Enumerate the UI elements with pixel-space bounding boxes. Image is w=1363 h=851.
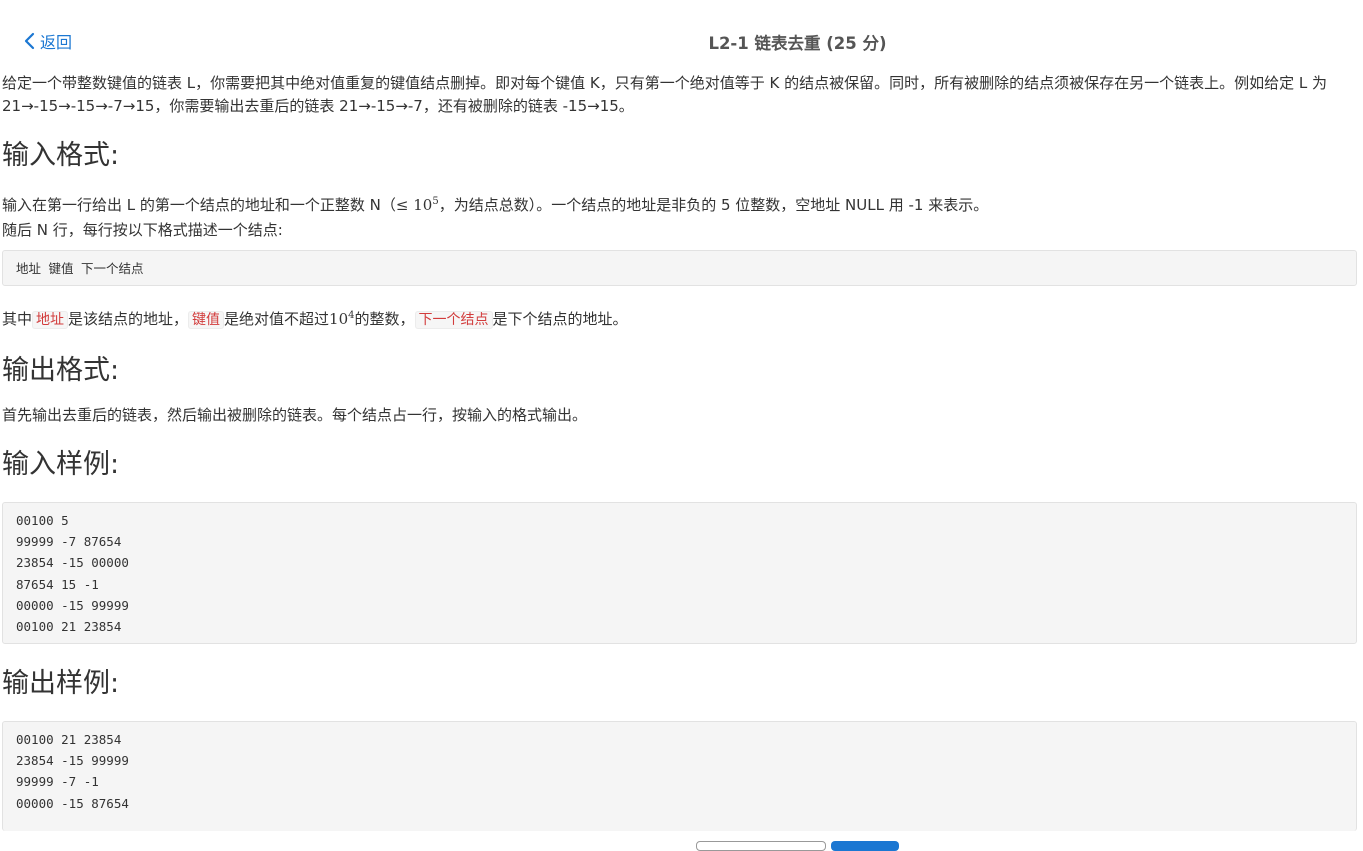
inline-code-address: 地址	[32, 311, 69, 329]
primary-action-button[interactable]	[831, 841, 899, 851]
sample-input-line: 00000 -15 99999	[16, 597, 129, 613]
format-code-block: 地址 键值 下一个结点	[2, 250, 1357, 286]
inline-code-next: 下一个结点	[414, 311, 493, 329]
page-title: L2-1 链表去重 (25 分)	[708, 34, 887, 53]
sample-output-line: 23854 -15 99999	[16, 753, 129, 769]
sample-output-block[interactable]: 00100 21 23854 23854 -15 99999 99999 -7 …	[2, 721, 1357, 831]
sample-input-line: 87654 15 -1	[16, 576, 99, 592]
input-format-heading: 输入格式:	[2, 140, 120, 171]
sample-output-line: 00100 21 23854	[16, 732, 122, 747]
input-format-line2: 随后 N 行，每行按以下格式描述一个结点:	[2, 221, 283, 239]
sample-output-line: 00000 -15 87654	[16, 795, 129, 811]
field-explanation: 其中 地址 是该结点的地址， 键值 是绝对值不超过104的整数， 下一个结点 是下个结点的地…	[2, 310, 628, 329]
inline-code-key: 键值	[188, 311, 225, 329]
sample-input-line: 00100 21 23854	[16, 618, 122, 634]
secondary-action-button[interactable]	[696, 841, 826, 851]
problem-content: 给定一个带整数键值的链表 L，你需要把其中绝对值重复的键值结点删掉。即对每个键值…	[2, 72, 1357, 831]
sample-output-line: 99999 -7 -1	[16, 774, 99, 790]
format-code: 地址 键值 下一个结点	[16, 261, 144, 276]
problem-description: 给定一个带整数键值的链表 L，你需要把其中绝对值重复的键值结点删掉。即对每个键值…	[2, 74, 1328, 115]
sample-input-line: 23854 -15 00000	[16, 555, 129, 571]
sample-input-line: 00100 5	[16, 513, 69, 528]
math-key-bound: 104	[329, 310, 355, 328]
sample-input-line: 99999 -7 87654	[16, 534, 122, 550]
output-format-heading: 输出格式:	[2, 355, 120, 386]
sample-input-heading: 输入样例:	[2, 449, 120, 480]
input-format-line1: 输入在第一行给出 L 的第一个结点的地址和一个正整数 N（≤ 105，为结点总数…	[2, 196, 989, 214]
sample-output-heading: 输出样例:	[2, 668, 120, 699]
output-format-text: 首先输出去重后的链表，然后输出被删除的链表。每个结点占一行，按输入的格式输出。	[2, 406, 588, 424]
sample-input-block[interactable]: 00100 5 99999 -7 87654 23854 -15 00000 8…	[2, 502, 1357, 644]
bottom-action-bar	[0, 841, 1363, 851]
math-n-bound: ≤ 105	[395, 196, 439, 214]
top-bar: 返回 L2-1 链表去重 (25 分)	[0, 0, 1363, 80]
